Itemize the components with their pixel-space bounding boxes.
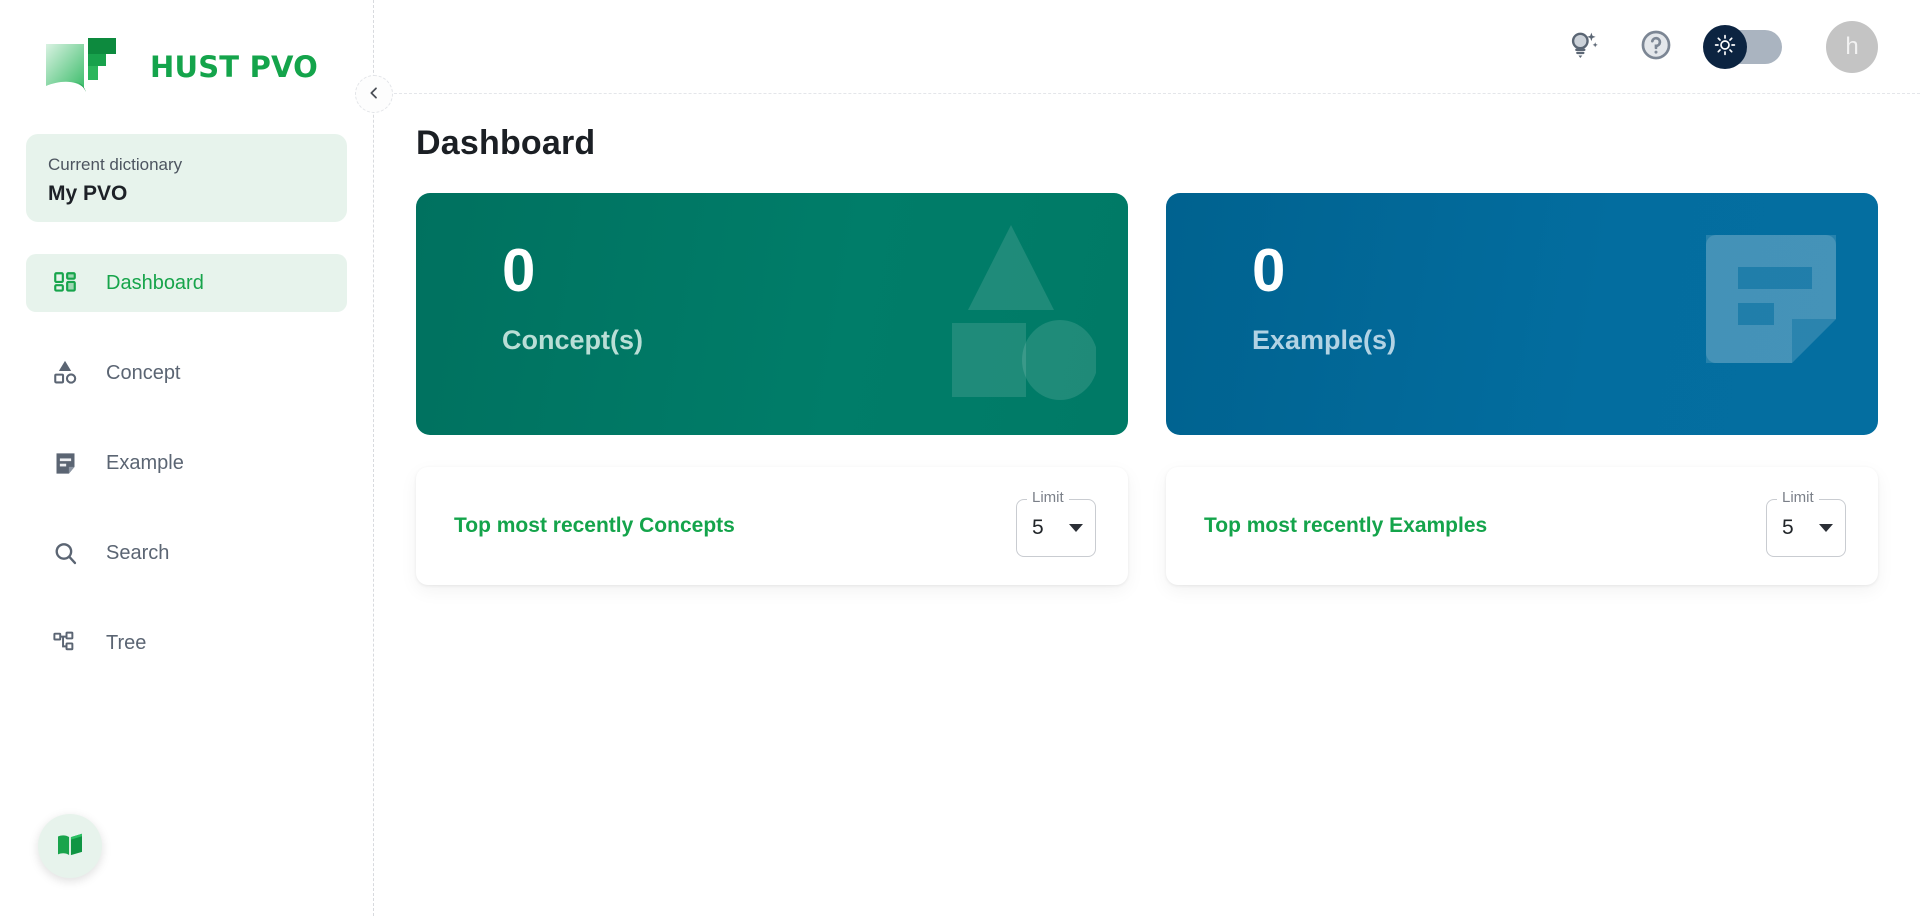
sidebar-item-label: Tree — [106, 631, 147, 654]
sidebar-nav: Dashboard Concept Example Search Tree — [0, 254, 373, 704]
list-cards-row: Top most recently Concepts Limit 5 Top m… — [416, 467, 1878, 585]
sidebar-item-label: Concept — [106, 361, 181, 384]
sidebar-item-concept[interactable]: Concept — [26, 344, 347, 402]
help-circle-icon — [1639, 28, 1673, 65]
current-dictionary-card[interactable]: Current dictionary My PVO — [26, 134, 347, 222]
examples-limit-select[interactable]: Limit 5 — [1766, 489, 1846, 557]
brand-logo[interactable]: HUST PVO — [0, 0, 373, 106]
recent-concepts-card: Top most recently Concepts Limit 5 — [416, 467, 1128, 585]
brand-name: HUST PVO — [150, 50, 319, 84]
avatar[interactable]: h — [1826, 20, 1878, 73]
shapes-decoration-icon — [926, 215, 1098, 410]
lightbulb-sparkle-icon — [1567, 28, 1601, 65]
sidebar-item-search[interactable]: Search — [26, 524, 347, 582]
stat-cards-row: 0 Concept(s) 0 Example(s) — [416, 193, 1878, 435]
sidebar-item-dashboard[interactable]: Dashboard — [26, 254, 347, 312]
sidebar-item-label: Search — [106, 541, 170, 564]
stat-card-concepts[interactable]: 0 Concept(s) — [416, 193, 1128, 435]
recent-examples-title: Top most recently Examples — [1204, 514, 1488, 537]
chevron-left-icon — [366, 85, 382, 104]
theme-toggle-knob — [1703, 24, 1747, 69]
sidebar-item-label: Example — [106, 451, 184, 474]
sun-icon — [1713, 33, 1737, 60]
tips-button[interactable] — [1564, 27, 1604, 67]
help-button[interactable] — [1636, 27, 1676, 67]
sidebar-item-label: Dashboard — [106, 271, 204, 294]
dictionary-fab-button[interactable] — [38, 814, 102, 878]
sticky-note-decoration-icon — [1696, 215, 1846, 378]
main-area: h Dashboard 0 Concept(s) 0 Example(s) To… — [374, 0, 1920, 916]
shapes-icon — [50, 358, 80, 388]
current-dictionary-value: My PVO — [48, 181, 128, 205]
open-book-logo-icon — [44, 36, 136, 98]
current-dictionary-label: Current dictionary — [48, 155, 183, 174]
examples-limit-label: Limit — [1777, 489, 1819, 506]
concepts-limit-select[interactable]: Limit 5 — [1016, 489, 1096, 557]
dashboard-content: Dashboard 0 Concept(s) 0 Example(s) Top … — [374, 94, 1920, 916]
page-title: Dashboard — [416, 124, 596, 162]
theme-toggle[interactable] — [1703, 24, 1782, 69]
chevron-down-icon — [1819, 524, 1833, 532]
examples-limit-control[interactable]: 5 — [1766, 499, 1846, 557]
sidebar-item-tree[interactable]: Tree — [26, 614, 347, 672]
recent-concepts-title: Top most recently Concepts — [454, 514, 735, 537]
stat-card-examples[interactable]: 0 Example(s) — [1166, 193, 1878, 435]
topbar: h — [374, 0, 1920, 94]
chevron-down-icon — [1069, 524, 1083, 532]
concepts-limit-value: 5 — [1032, 516, 1044, 539]
note-icon — [50, 448, 80, 478]
avatar-initial: h — [1845, 32, 1859, 60]
concepts-limit-label: Limit — [1027, 489, 1069, 506]
account-tree-icon — [50, 628, 80, 658]
sidebar-item-example[interactable]: Example — [26, 434, 347, 492]
app-root: HUST PVO Current dictionary My PVO Dashb… — [0, 0, 1920, 916]
concepts-limit-control[interactable]: 5 — [1016, 499, 1096, 557]
search-icon — [50, 538, 80, 568]
menu-book-icon — [54, 829, 86, 864]
sidebar: HUST PVO Current dictionary My PVO Dashb… — [0, 0, 393, 916]
dashboard-grid-icon — [50, 268, 80, 298]
sidebar-collapse-button[interactable] — [355, 75, 393, 113]
recent-examples-card: Top most recently Examples Limit 5 — [1166, 467, 1878, 585]
examples-limit-value: 5 — [1782, 516, 1794, 539]
